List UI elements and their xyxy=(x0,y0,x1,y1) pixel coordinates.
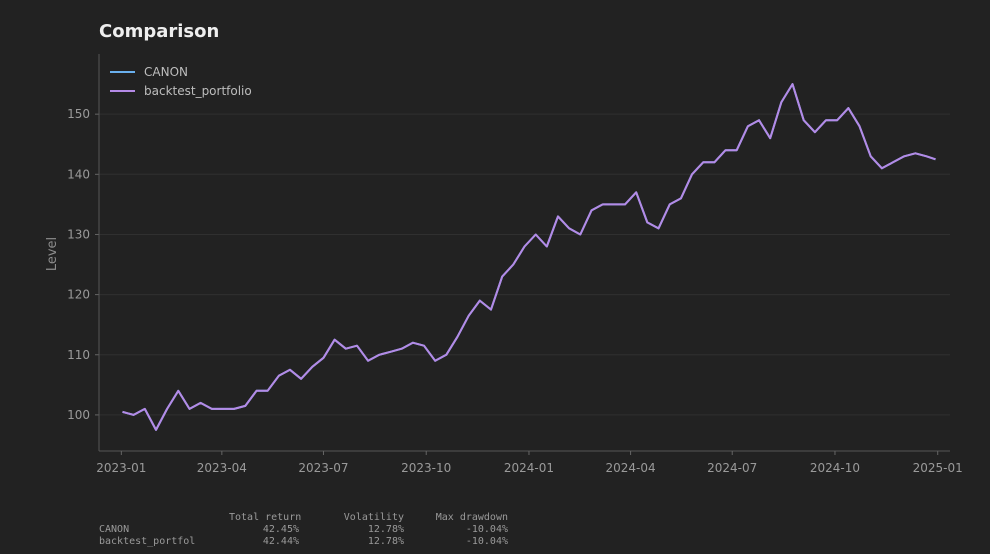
stats-header-row: Total return Volatility Max drawdown xyxy=(99,512,508,524)
y-tick-label: 100 xyxy=(67,408,90,422)
stats-volatility: 12.78% xyxy=(367,536,404,547)
x-tick-label: 2024-07 xyxy=(707,461,757,475)
series-line-canon xyxy=(122,83,936,431)
stats-header-total-return: Total return xyxy=(229,512,302,523)
y-tick-label: 130 xyxy=(67,227,90,241)
y-tick-label: 110 xyxy=(67,348,90,362)
x-tick-label: 2023-07 xyxy=(298,461,348,475)
x-tick-label: 2024-01 xyxy=(504,461,554,475)
chart-title: Comparison xyxy=(99,21,219,42)
x-tick-label: 2023-10 xyxy=(401,461,451,475)
x-tick-label: 2024-04 xyxy=(606,461,656,475)
stats-volatility: 12.78% xyxy=(367,524,404,535)
legend-label: CANON xyxy=(144,65,188,79)
series-line-backtest-portfolio xyxy=(122,83,936,431)
y-tick-label: 120 xyxy=(67,288,90,302)
stats-row: CANON 42.45% 12.78% -10.04% xyxy=(99,524,508,536)
stats-header-volatility: Volatility xyxy=(343,512,404,523)
stats-total-return: 42.44% xyxy=(262,536,299,547)
stats-max-drawdown: -10.04% xyxy=(465,536,508,547)
stats-total-return: 42.45% xyxy=(262,524,299,535)
chart-container: Comparison 100 110 120 130 140 150 2023-01 2023… xyxy=(0,0,990,550)
stats-row-label: backtest_portfol xyxy=(99,536,196,547)
stats-row-label: CANON xyxy=(99,524,130,535)
y-tick-label: 150 xyxy=(67,107,90,121)
x-tick-label: 2023-01 xyxy=(96,461,146,475)
x-tick-label: 2024-10 xyxy=(810,461,860,475)
y-axis-label: Level xyxy=(45,237,60,271)
x-tick-label: 2025-01 xyxy=(913,461,963,475)
stats-max-drawdown: -10.04% xyxy=(465,524,508,535)
stats-row: backtest_portfol 42.44% 12.78% -10.04% xyxy=(99,536,508,548)
x-tick-label: 2023-04 xyxy=(197,461,247,475)
line-chart: Comparison 100 110 120 130 140 150 2023-01 2023… xyxy=(45,21,963,475)
y-tick-label: 140 xyxy=(67,167,90,181)
legend-label: backtest_portfolio xyxy=(144,84,252,98)
stats-header-blank xyxy=(99,512,229,524)
stats-table: Total return Volatility Max drawdown CAN… xyxy=(99,512,508,548)
stats-header-max-drawdown: Max drawdown xyxy=(435,512,508,523)
